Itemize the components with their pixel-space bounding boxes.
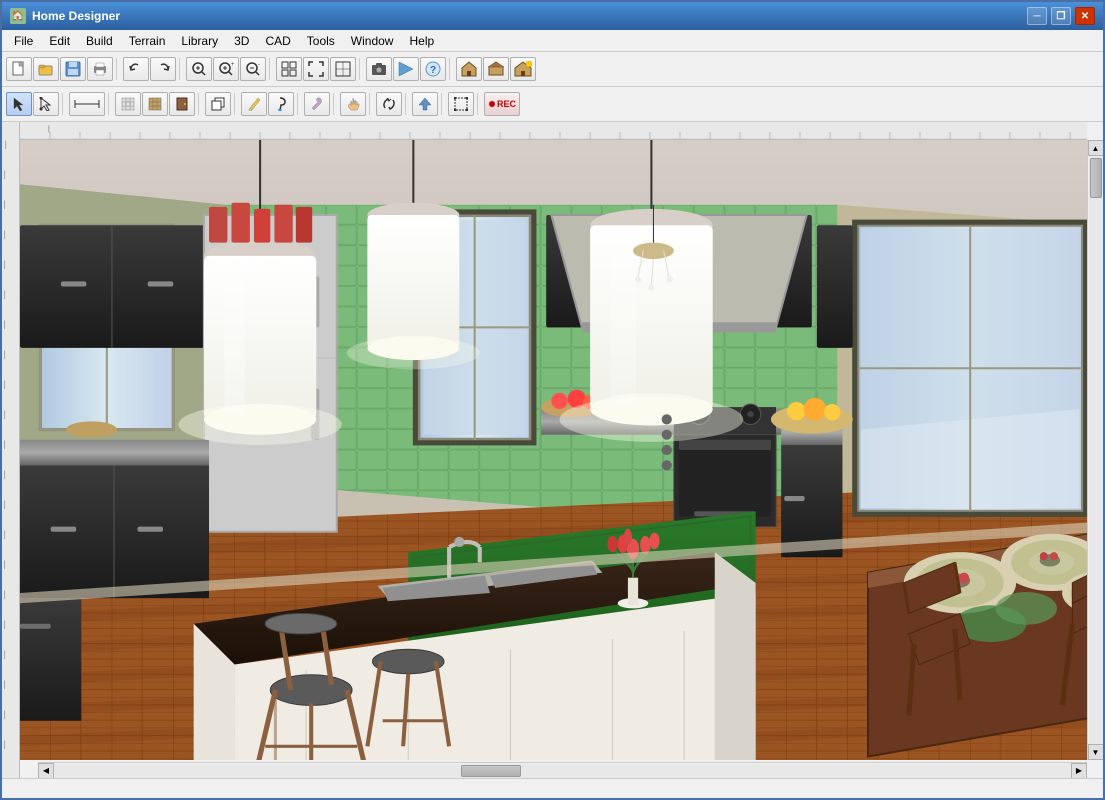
scroll-down-arrow[interactable]: ▼ [1088,744,1104,760]
help-button[interactable]: ? [420,57,446,81]
scroll-thumb-horizontal[interactable] [461,765,521,777]
close-button[interactable]: ✕ [1075,7,1095,25]
scroll-thumb-vertical[interactable] [1090,158,1102,198]
window-title: Home Designer [32,9,1027,23]
sep-2 [179,58,183,80]
scroll-right-arrow[interactable]: ▶ [1071,763,1087,779]
sep-9 [234,93,238,115]
zoom-out-button[interactable]: - [240,57,266,81]
menu-cad[interactable]: CAD [257,32,298,50]
sep-7 [108,93,112,115]
restore-button[interactable]: ❐ [1051,7,1071,25]
sep-12 [369,93,373,115]
svg-text:|: | [48,126,50,133]
viewport-container: | [20,122,1103,778]
menu-library[interactable]: Library [173,32,226,50]
svg-text:-: - [258,62,260,68]
sep-1 [116,58,120,80]
menu-bar: File Edit Build Terrain Library 3D CAD T… [2,30,1103,52]
left-ruler: │ │ │ │ │ │ │ │ │ │ │ │ │ │ │ │ │ │ │ │ [2,122,20,778]
menu-edit[interactable]: Edit [41,32,78,50]
view-all-button[interactable] [276,57,302,81]
poly-select-tool[interactable] [33,92,59,116]
vertical-scrollbar[interactable]: ▲ ▼ [1087,140,1103,760]
move-up-tool[interactable] [412,92,438,116]
house-camera-button[interactable] [510,57,536,81]
app-icon: 🏠 [10,8,26,24]
house-3d-button[interactable] [483,57,509,81]
minimize-button[interactable]: ─ [1027,7,1047,25]
select-tool[interactable] [6,92,32,116]
sep-14 [441,93,445,115]
zoom-in-button[interactable]: + [213,57,239,81]
kitchen-scene [20,140,1103,760]
door-tool[interactable] [169,92,195,116]
eyedropper-tool[interactable] [304,92,330,116]
scroll-track-vertical[interactable] [1089,156,1103,744]
sep-11 [333,93,337,115]
paint-tool[interactable] [268,92,294,116]
copy-tool[interactable] [205,92,231,116]
toolbar-area-2: REC [2,87,1103,122]
measure-tool[interactable] [69,92,105,116]
title-bar: 🏠 Home Designer ─ ❐ ✕ [2,2,1103,30]
status-bar [2,778,1103,798]
menu-terrain[interactable]: Terrain [121,32,174,50]
toolbar-row-1: + - ? [6,54,1099,84]
menu-window[interactable]: Window [343,32,402,50]
scroll-up-arrow[interactable]: ▲ [1088,140,1104,156]
wall-tool[interactable] [142,92,168,116]
hand-tool[interactable] [340,92,366,116]
window-controls: ─ ❐ ✕ [1027,7,1095,25]
tile-view-button[interactable] [330,57,356,81]
menu-tools[interactable]: Tools [299,32,343,50]
fit-view-button[interactable] [303,57,329,81]
camera-button[interactable] [366,57,392,81]
undo-button[interactable] [123,57,149,81]
transform-tool[interactable] [448,92,474,116]
sep-3 [269,58,273,80]
menu-build[interactable]: Build [78,32,121,50]
zoom-fit-button[interactable] [186,57,212,81]
render-button[interactable] [393,57,419,81]
sep-5 [449,58,453,80]
top-ruler: | [20,122,1087,140]
toolbar-area-1: + - ? [2,52,1103,87]
horizontal-scrollbar[interactable]: ◀ ▶ [38,762,1087,778]
toolbar-row-2: REC [6,89,1099,119]
new-button[interactable] [6,57,32,81]
print-button[interactable] [87,57,113,81]
save-button[interactable] [60,57,86,81]
menu-3d[interactable]: 3D [226,32,257,50]
grid-toggle[interactable] [115,92,141,116]
sep-13 [405,93,409,115]
pencil-tool[interactable] [241,92,267,116]
sep-15 [477,93,481,115]
svg-text:?: ? [430,65,436,76]
sep-6 [62,93,66,115]
main-area: │ │ │ │ │ │ │ │ │ │ │ │ │ │ │ │ │ │ │ │ [2,122,1103,778]
scroll-track-horizontal[interactable] [54,764,1071,778]
3d-viewport[interactable] [20,140,1103,760]
scroll-left-arrow[interactable]: ◀ [38,763,54,779]
rotate-tool[interactable] [376,92,402,116]
house-2d-button[interactable] [456,57,482,81]
main-window: 🏠 Home Designer ─ ❐ ✕ File Edit Build Te… [0,0,1105,800]
record-button[interactable]: REC [484,92,520,116]
menu-help[interactable]: Help [401,32,442,50]
sep-10 [297,93,301,115]
sep-4 [359,58,363,80]
menu-file[interactable]: File [6,32,41,50]
svg-text:+: + [231,62,234,68]
redo-button[interactable] [150,57,176,81]
sep-8 [198,93,202,115]
open-button[interactable] [33,57,59,81]
